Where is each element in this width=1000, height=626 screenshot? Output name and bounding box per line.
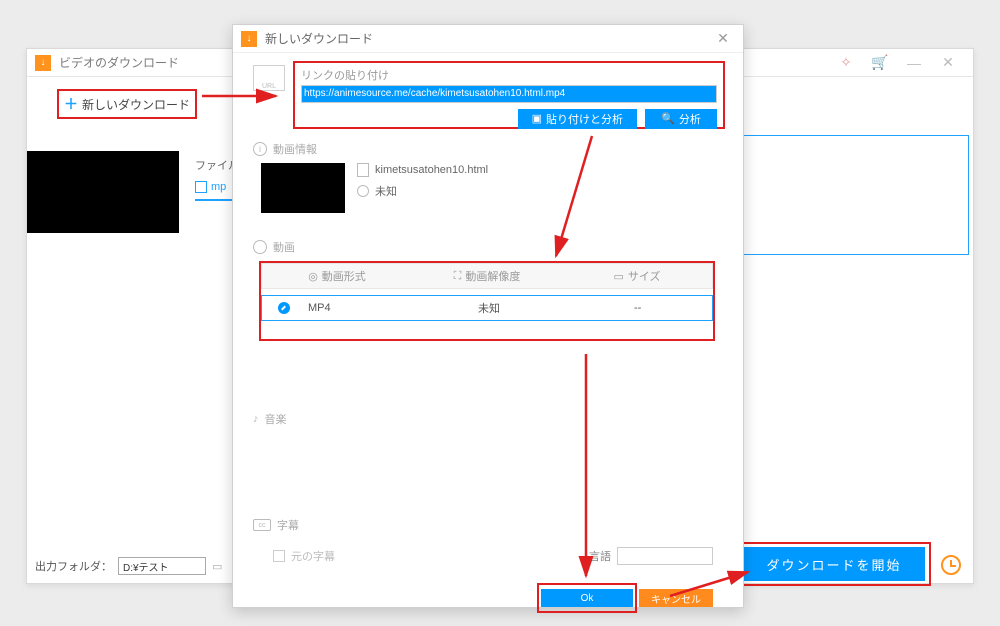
close-button[interactable]: ✕ bbox=[931, 49, 965, 77]
paste-section: リンクの貼り付け ▣ 貼り付けと分析 🔍 分析 bbox=[293, 61, 725, 129]
new-download-label: 新しいダウンロード bbox=[82, 96, 190, 113]
cart-icon[interactable]: 🛒 bbox=[863, 49, 897, 77]
paste-label: リンクの貼り付け bbox=[301, 67, 717, 83]
folder-open-icon[interactable]: ▭ bbox=[212, 560, 222, 573]
ok-button[interactable]: Ok bbox=[541, 589, 633, 607]
analyze-button[interactable]: 🔍 分析 bbox=[645, 109, 717, 129]
output-folder-input[interactable] bbox=[118, 557, 206, 575]
music-icon: ♪ bbox=[253, 413, 259, 425]
mp-icon bbox=[195, 181, 207, 193]
minimize-button[interactable]: — bbox=[897, 49, 931, 77]
main-title: ビデオのダウンロード bbox=[59, 54, 179, 71]
language-label: 言語 bbox=[589, 548, 611, 564]
dialog-app-icon: ↓ bbox=[241, 31, 257, 47]
output-folder-label: 出力フォルダ： bbox=[35, 558, 112, 574]
dialog-titlebar: ↓ 新しいダウンロード ✕ bbox=[233, 25, 743, 53]
info-icon: i bbox=[253, 142, 267, 156]
video-icon bbox=[253, 240, 267, 254]
music-section: ♪ 音楽 bbox=[253, 411, 287, 427]
app-icon: ↓ bbox=[35, 55, 51, 71]
duration-icon bbox=[357, 185, 369, 197]
duration-text: 未知 bbox=[375, 183, 397, 199]
size-icon: ▭ bbox=[613, 270, 623, 283]
key-icon[interactable]: ✧ bbox=[829, 49, 863, 77]
original-subtitle-label: 元の字幕 bbox=[291, 548, 335, 564]
filename-text: kimetsusatohen10.html bbox=[375, 164, 488, 176]
video-thumbnail bbox=[27, 151, 179, 233]
output-folder-row: 出力フォルダ： ▭ bbox=[35, 557, 222, 575]
video-section: 動画 bbox=[253, 239, 295, 255]
new-download-dialog: ↓ 新しいダウンロード ✕ URL リンクの貼り付け ▣ 貼り付けと分析 🔍 分… bbox=[232, 24, 744, 608]
original-subtitle-checkbox[interactable] bbox=[273, 550, 285, 562]
schedule-icon[interactable] bbox=[941, 555, 961, 575]
video-info-section: i 動画情報 bbox=[253, 141, 317, 157]
format-table: ◎動画形式 ⛶動画解像度 ▭サイズ MP4 未知 -- bbox=[259, 261, 715, 341]
start-download-button[interactable]: ダウンロードを開始 bbox=[743, 547, 925, 581]
url-icon: URL bbox=[253, 65, 285, 91]
cc-icon: cc bbox=[253, 519, 271, 531]
camera-icon: ▣ bbox=[532, 112, 542, 125]
url-input[interactable] bbox=[301, 85, 717, 103]
plus-icon: ＋ bbox=[64, 94, 78, 114]
gear-icon: ◎ bbox=[308, 270, 318, 283]
paste-analyze-button[interactable]: ▣ 貼り付けと分析 bbox=[518, 109, 637, 129]
subtitle-section: cc 字幕 bbox=[253, 517, 299, 533]
dialog-close-button[interactable]: ✕ bbox=[711, 30, 735, 47]
info-thumbnail bbox=[261, 163, 345, 213]
radio-selected-icon bbox=[278, 302, 290, 314]
mp-tab[interactable]: mp bbox=[195, 181, 226, 193]
resolution-icon: ⛶ bbox=[454, 270, 462, 283]
subtitle-row: 元の字幕 言語 bbox=[273, 547, 713, 565]
language-select[interactable] bbox=[617, 547, 713, 565]
file-icon bbox=[357, 163, 369, 177]
dialog-title: 新しいダウンロード bbox=[265, 30, 373, 47]
new-download-button[interactable]: ＋ 新しいダウンロード bbox=[57, 89, 197, 119]
cancel-button[interactable]: キャンセル bbox=[639, 589, 713, 607]
video-info: kimetsusatohen10.html 未知 bbox=[261, 163, 488, 213]
format-row[interactable]: MP4 未知 -- bbox=[261, 295, 713, 321]
format-table-header: ◎動画形式 ⛶動画解像度 ▭サイズ bbox=[261, 263, 713, 289]
search-icon: 🔍 bbox=[661, 112, 675, 125]
